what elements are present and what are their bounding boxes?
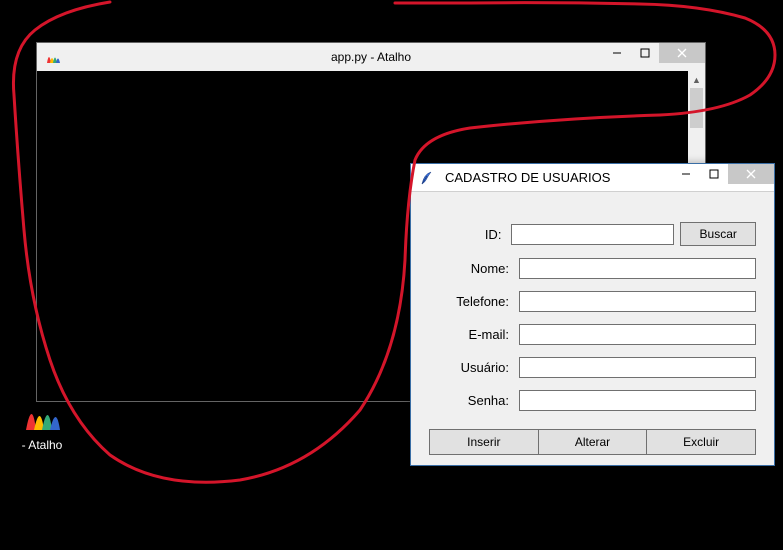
input-usuario[interactable] <box>519 357 756 378</box>
dialog-window: CADASTRO DE USUARIOS ID: Buscar Nome: Te… <box>410 163 775 466</box>
input-nome[interactable] <box>519 258 756 279</box>
dialog-footer: Inserir Alterar Excluir <box>429 429 756 455</box>
input-senha[interactable] <box>519 390 756 411</box>
label-telefone: Telefone: <box>429 294 519 309</box>
maximize-button[interactable] <box>700 164 728 184</box>
console-titlebar[interactable]: app.py - Atalho <box>37 43 705 71</box>
desktop-shortcut[interactable]: - Atalho <box>6 394 78 452</box>
close-button[interactable] <box>659 43 705 63</box>
input-id[interactable] <box>511 224 674 245</box>
maximize-button[interactable] <box>631 43 659 63</box>
label-id: ID: <box>429 227 511 242</box>
scroll-up-arrow-icon[interactable]: ▲ <box>688 71 705 88</box>
dialog-title: CADASTRO DE USUARIOS <box>445 170 610 185</box>
buscar-button[interactable]: Buscar <box>680 222 756 246</box>
app-icon <box>45 49 61 65</box>
inserir-button[interactable]: Inserir <box>429 429 539 455</box>
input-email[interactable] <box>519 324 756 345</box>
row-usuario: Usuário: <box>429 357 756 378</box>
row-email: E-mail: <box>429 324 756 345</box>
dialog-body: ID: Buscar Nome: Telefone: E-mail: Usuár… <box>411 192 774 465</box>
tk-feather-icon <box>419 170 435 186</box>
label-nome: Nome: <box>429 261 519 276</box>
row-id: ID: Buscar <box>429 222 756 246</box>
scroll-thumb[interactable] <box>690 88 703 128</box>
app-icon <box>22 394 62 434</box>
label-email: E-mail: <box>429 327 519 342</box>
dialog-window-controls <box>672 164 774 184</box>
input-telefone[interactable] <box>519 291 756 312</box>
row-nome: Nome: <box>429 258 756 279</box>
console-window-controls <box>603 43 705 63</box>
minimize-button[interactable] <box>672 164 700 184</box>
dialog-titlebar[interactable]: CADASTRO DE USUARIOS <box>411 164 774 192</box>
alterar-button[interactable]: Alterar <box>539 429 648 455</box>
minimize-button[interactable] <box>603 43 631 63</box>
desktop-shortcut-label: - Atalho <box>6 438 78 452</box>
close-button[interactable] <box>728 164 774 184</box>
excluir-button[interactable]: Excluir <box>647 429 756 455</box>
label-usuario: Usuário: <box>429 360 519 375</box>
label-senha: Senha: <box>429 393 519 408</box>
row-telefone: Telefone: <box>429 291 756 312</box>
row-senha: Senha: <box>429 390 756 411</box>
